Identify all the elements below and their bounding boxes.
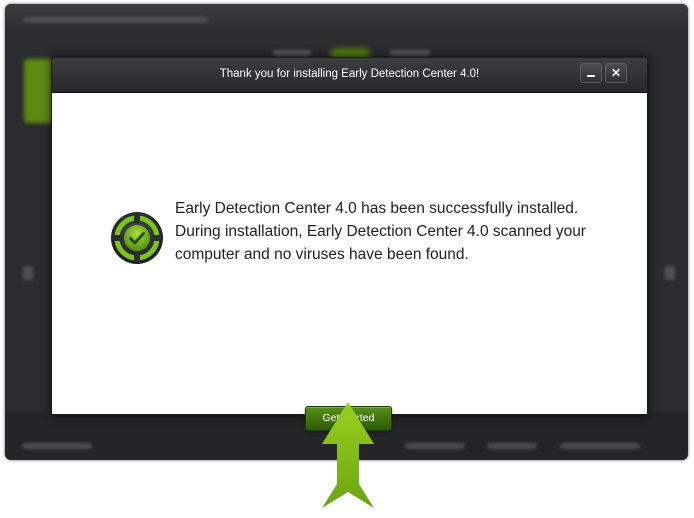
minimize-button[interactable] (580, 63, 602, 83)
dialog-title: Thank you for installing Early Detection… (219, 68, 480, 80)
background-tab-blurred (273, 50, 311, 56)
background-right-arrow-icon (665, 266, 675, 280)
background-left-arrow-icon (23, 266, 33, 280)
background-footer-link-blurred (560, 443, 640, 449)
dialog-body: Early Detection Center 4.0 has been succ… (52, 93, 647, 431)
checkmark-shield-icon (111, 212, 163, 264)
dialog-titlebar: Thank you for installing Early Detection… (52, 58, 647, 93)
close-icon: ✕ (610, 66, 622, 80)
background-tab-blurred (390, 50, 430, 56)
arrow-up-icon (322, 402, 374, 508)
dialog-message: Early Detection Center 4.0 has been succ… (175, 200, 586, 263)
close-button[interactable]: ✕ (605, 63, 627, 83)
background-title-blurred (23, 16, 208, 23)
background-footer-text-blurred (22, 443, 92, 449)
install-complete-dialog: Thank you for installing Early Detection… (51, 57, 648, 431)
background-footer-link-blurred (405, 443, 465, 449)
minimize-icon (587, 74, 595, 77)
background-footer-link-blurred (487, 443, 537, 449)
background-titlebar (5, 4, 688, 34)
